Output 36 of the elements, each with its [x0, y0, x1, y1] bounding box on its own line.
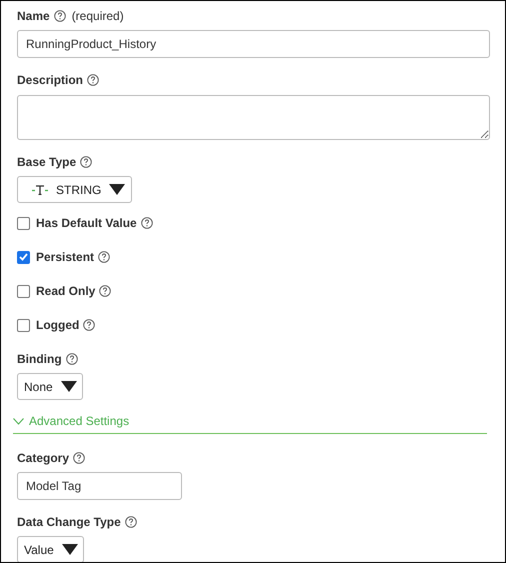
caret-icon	[62, 544, 78, 555]
check-icon	[19, 253, 28, 261]
dropdown[interactable]: None	[17, 373, 83, 400]
help-icon[interactable]	[73, 452, 86, 464]
chevron-icon	[13, 418, 24, 424]
dropdown[interactable]: STRING	[17, 176, 132, 203]
text-field[interactable]: Model Tag	[17, 472, 182, 500]
text-type-icon	[32, 184, 48, 194]
field-label: Description	[17, 72, 84, 89]
field-label: Base Type	[17, 154, 76, 171]
checkbox-label: Persistent	[36, 249, 94, 266]
help-icon[interactable]	[98, 251, 110, 263]
text-field[interactable]: RunningProduct_History	[17, 30, 490, 58]
checkbox[interactable]	[17, 318, 30, 332]
help-icon[interactable]	[87, 74, 100, 86]
checkbox-label: Has Default Value	[36, 215, 137, 232]
field-label: Category	[17, 450, 70, 467]
checkbox[interactable]	[17, 216, 30, 230]
help-icon[interactable]	[99, 285, 112, 297]
help-icon[interactable]	[124, 516, 137, 528]
help-icon[interactable]	[66, 353, 78, 365]
checkbox-label: Logged	[36, 317, 80, 334]
field-label: Name	[17, 8, 50, 25]
caret-icon	[60, 381, 77, 392]
checkbox-label: Read Only	[36, 283, 96, 300]
help-icon[interactable]	[140, 217, 153, 229]
caret-icon	[109, 184, 126, 195]
dropdown[interactable]: Value	[17, 536, 84, 562]
checkbox[interactable]	[17, 250, 30, 264]
field-label: Data Change Type	[17, 514, 121, 531]
checkbox[interactable]	[17, 284, 30, 298]
help-icon[interactable]	[83, 319, 96, 331]
help-icon[interactable]	[80, 156, 92, 168]
help-icon[interactable]	[54, 10, 66, 22]
field-label: Binding	[17, 351, 62, 368]
required-note: (required)	[72, 8, 124, 25]
